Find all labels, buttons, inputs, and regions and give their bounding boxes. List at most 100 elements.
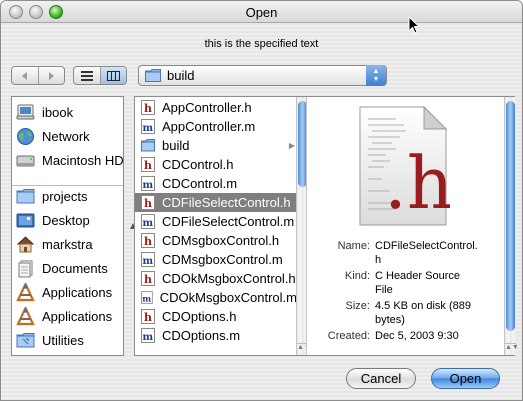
svg-text:m: m bbox=[143, 256, 154, 267]
svg-text:h: h bbox=[144, 235, 152, 248]
header-file-icon: h bbox=[141, 271, 155, 286]
sidebar-item-label: Documents bbox=[42, 260, 108, 276]
view-mode-buttons bbox=[73, 66, 127, 85]
file-row[interactable]: h AppController.h bbox=[135, 98, 297, 117]
file-name: AppController.h bbox=[162, 100, 252, 115]
folder-icon bbox=[16, 332, 35, 347]
file-name: AppController.m bbox=[162, 119, 256, 134]
file-name: CDControl.m bbox=[162, 176, 238, 191]
sidebar-item-label: Desktop bbox=[42, 212, 90, 228]
sidebar-item-documents[interactable]: Documents bbox=[16, 257, 122, 279]
file-row[interactable]: m CDOkMsgboxControl.m bbox=[135, 288, 297, 307]
documents-icon bbox=[18, 260, 33, 277]
file-list-column: h AppController.h m AppController.m buil… bbox=[135, 97, 307, 355]
title-bar[interactable]: Open bbox=[1, 1, 522, 23]
scroll-arrows-icon[interactable]: ▲▼ bbox=[297, 343, 306, 355]
size-label: Size: bbox=[345, 300, 370, 312]
sidebar-item-label: Applications bbox=[42, 284, 113, 300]
svg-text:h: h bbox=[144, 311, 152, 324]
file-name: CDOptions.m bbox=[162, 328, 241, 343]
file-row[interactable]: m AppController.m bbox=[135, 117, 297, 136]
svg-text:h: h bbox=[144, 102, 152, 115]
column-view-button[interactable] bbox=[99, 67, 126, 84]
file-row-folder[interactable]: build ▶ bbox=[135, 136, 297, 155]
sidebar-item-label: projects bbox=[42, 188, 88, 204]
sidebar-item-macintosh-hd[interactable]: Macintosh HD bbox=[16, 149, 124, 171]
file-row-selected[interactable]: h CDFileSelectControl.h bbox=[135, 193, 297, 212]
file-name: CDFileSelectControl.h bbox=[162, 195, 291, 210]
file-row[interactable]: m CDFileSelectControl.m bbox=[135, 212, 297, 231]
header-file-icon: h bbox=[141, 309, 155, 324]
source-file-icon: m bbox=[141, 328, 155, 343]
dialog-prompt-text: this is the specified text bbox=[204, 38, 319, 50]
preview-pane: .h Name: CDFileSelectControl. h Kind: C He… bbox=[308, 97, 504, 355]
back-forward-buttons bbox=[11, 66, 65, 85]
scrollbar-thumb[interactable] bbox=[298, 101, 306, 187]
file-info: Name: CDFileSelectControl. h Kind: C Heade… bbox=[308, 239, 504, 343]
file-name: CDOkMsgboxControl.h bbox=[162, 271, 296, 286]
created-value: Dec 5, 2003 9:30 bbox=[375, 330, 459, 342]
cancel-button[interactable]: Cancel bbox=[346, 368, 416, 389]
preview-scrollbar[interactable]: ▲▼ bbox=[504, 97, 519, 355]
source-file-icon: m bbox=[141, 214, 155, 229]
file-row[interactable]: m CDOptions.m bbox=[135, 326, 297, 345]
applications-icon bbox=[16, 282, 35, 301]
home-icon bbox=[16, 235, 35, 252]
sidebar-item-ibook[interactable]: ibook bbox=[16, 101, 122, 123]
forward-button[interactable] bbox=[37, 67, 65, 84]
popup-arrows-icon: ▲ ▼ bbox=[366, 65, 386, 86]
svg-text:m: m bbox=[143, 332, 154, 343]
open-dialog-window: Open this is the specified text build ▲ … bbox=[0, 0, 523, 401]
svg-text:m: m bbox=[142, 293, 151, 303]
list-view-button[interactable] bbox=[74, 67, 100, 84]
back-button[interactable] bbox=[12, 67, 38, 84]
sidebar-item-applications[interactable]: Applications bbox=[16, 281, 122, 303]
sidebar-item-label: ibook bbox=[42, 104, 74, 120]
svg-text:m: m bbox=[143, 180, 154, 191]
file-name: CDControl.h bbox=[162, 157, 234, 172]
kind-value-cont: File bbox=[375, 284, 393, 296]
scroll-arrows-icon[interactable]: ▲▼ bbox=[505, 343, 519, 355]
header-file-icon: h bbox=[141, 233, 155, 248]
header-file-icon: h bbox=[141, 157, 155, 172]
forward-arrow-icon bbox=[49, 71, 55, 80]
file-row[interactable]: h CDControl.h bbox=[135, 155, 297, 174]
name-value: CDFileSelectControl. bbox=[375, 240, 478, 252]
file-list-scrollbar[interactable]: ▲▼ bbox=[296, 97, 306, 355]
file-row[interactable]: m CDControl.m bbox=[135, 174, 297, 193]
sidebar-item-label: Macintosh HD bbox=[42, 152, 124, 168]
window-title: Open bbox=[245, 5, 278, 20]
hard-drive-icon bbox=[16, 155, 35, 166]
sidebar-item-network[interactable]: Network bbox=[16, 125, 122, 147]
source-file-icon: m bbox=[141, 291, 153, 304]
folder-icon bbox=[16, 188, 35, 203]
file-row[interactable]: h CDOkMsgboxControl.h bbox=[135, 269, 297, 288]
file-row[interactable]: m CDMsgboxControl.m bbox=[135, 250, 297, 269]
sidebar-item-label: Applications bbox=[42, 308, 113, 324]
header-file-icon: .h bbox=[359, 105, 450, 226]
sidebar-item-desktop[interactable]: Desktop bbox=[16, 209, 122, 231]
path-popup-menu[interactable]: build ▲ ▼ bbox=[138, 65, 387, 86]
disclosure-arrow-icon: ▶ bbox=[288, 141, 295, 150]
sidebar: ibook Network Macintosh HD projects Desk… bbox=[11, 96, 124, 356]
source-file-icon: m bbox=[141, 119, 155, 134]
size-value-cont: bytes) bbox=[375, 314, 405, 326]
back-arrow-icon bbox=[21, 71, 27, 80]
sidebar-item-label: Network bbox=[42, 128, 90, 144]
file-name: CDOkMsgboxControl.m bbox=[159, 290, 297, 305]
svg-text:m: m bbox=[143, 218, 154, 229]
open-button[interactable]: Open bbox=[431, 368, 500, 389]
sidebar-item-utilities[interactable]: Utilities bbox=[16, 329, 122, 351]
file-name: CDOptions.h bbox=[162, 309, 237, 324]
sidebar-item-markstra[interactable]: markstra bbox=[16, 233, 122, 255]
scrollbar-thumb[interactable] bbox=[506, 101, 515, 331]
file-row[interactable]: h CDMsgboxControl.h bbox=[135, 231, 297, 250]
sidebar-item-applications-2[interactable]: Applications bbox=[16, 305, 122, 327]
sidebar-item-projects[interactable]: projects bbox=[16, 185, 122, 207]
file-row[interactable]: h CDOptions.h bbox=[135, 307, 297, 326]
size-value: 4.5 KB on disk (889 bbox=[375, 300, 472, 312]
header-file-icon: h bbox=[141, 100, 155, 115]
file-name: CDMsgboxControl.m bbox=[162, 252, 283, 267]
file-name: build bbox=[162, 138, 190, 153]
name-label: Name: bbox=[337, 240, 370, 252]
